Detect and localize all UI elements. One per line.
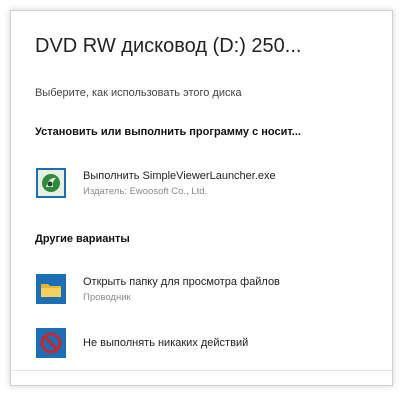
open-folder-option[interactable]: Открыть папку для просмотра файлов Прово… [31,265,371,313]
run-program-option[interactable]: Выполнить SimpleViewerLauncher.exe Издат… [31,159,371,207]
autoplay-dialog: DVD RW дисковод (D:) 250... Выберите, ка… [10,10,393,386]
dialog-title: DVD RW дисковод (D:) 250... [35,35,302,57]
no-action-option[interactable]: Не выполнять никаких действий [31,319,371,367]
section-heading-install: Установить или выполнить программу с нос… [35,126,301,138]
section-heading-other: Другие варианты [35,233,130,245]
no-action-label: Не выполнять никаких действий [83,337,249,349]
run-program-publisher: Издатель: Ewoosoft Co., Ltd. [83,185,208,197]
run-program-label: Выполнить SimpleViewerLauncher.exe [83,169,276,182]
launcher-app-icon [35,167,67,199]
open-folder-sub: Проводник [83,291,131,303]
open-folder-label: Открыть папку для просмотра файлов [83,275,280,288]
no-action-icon [35,327,67,359]
dialog-subtitle: Выберите, как использовать этого диска [35,87,242,99]
folder-icon [35,273,67,305]
panel-divider [11,370,392,371]
